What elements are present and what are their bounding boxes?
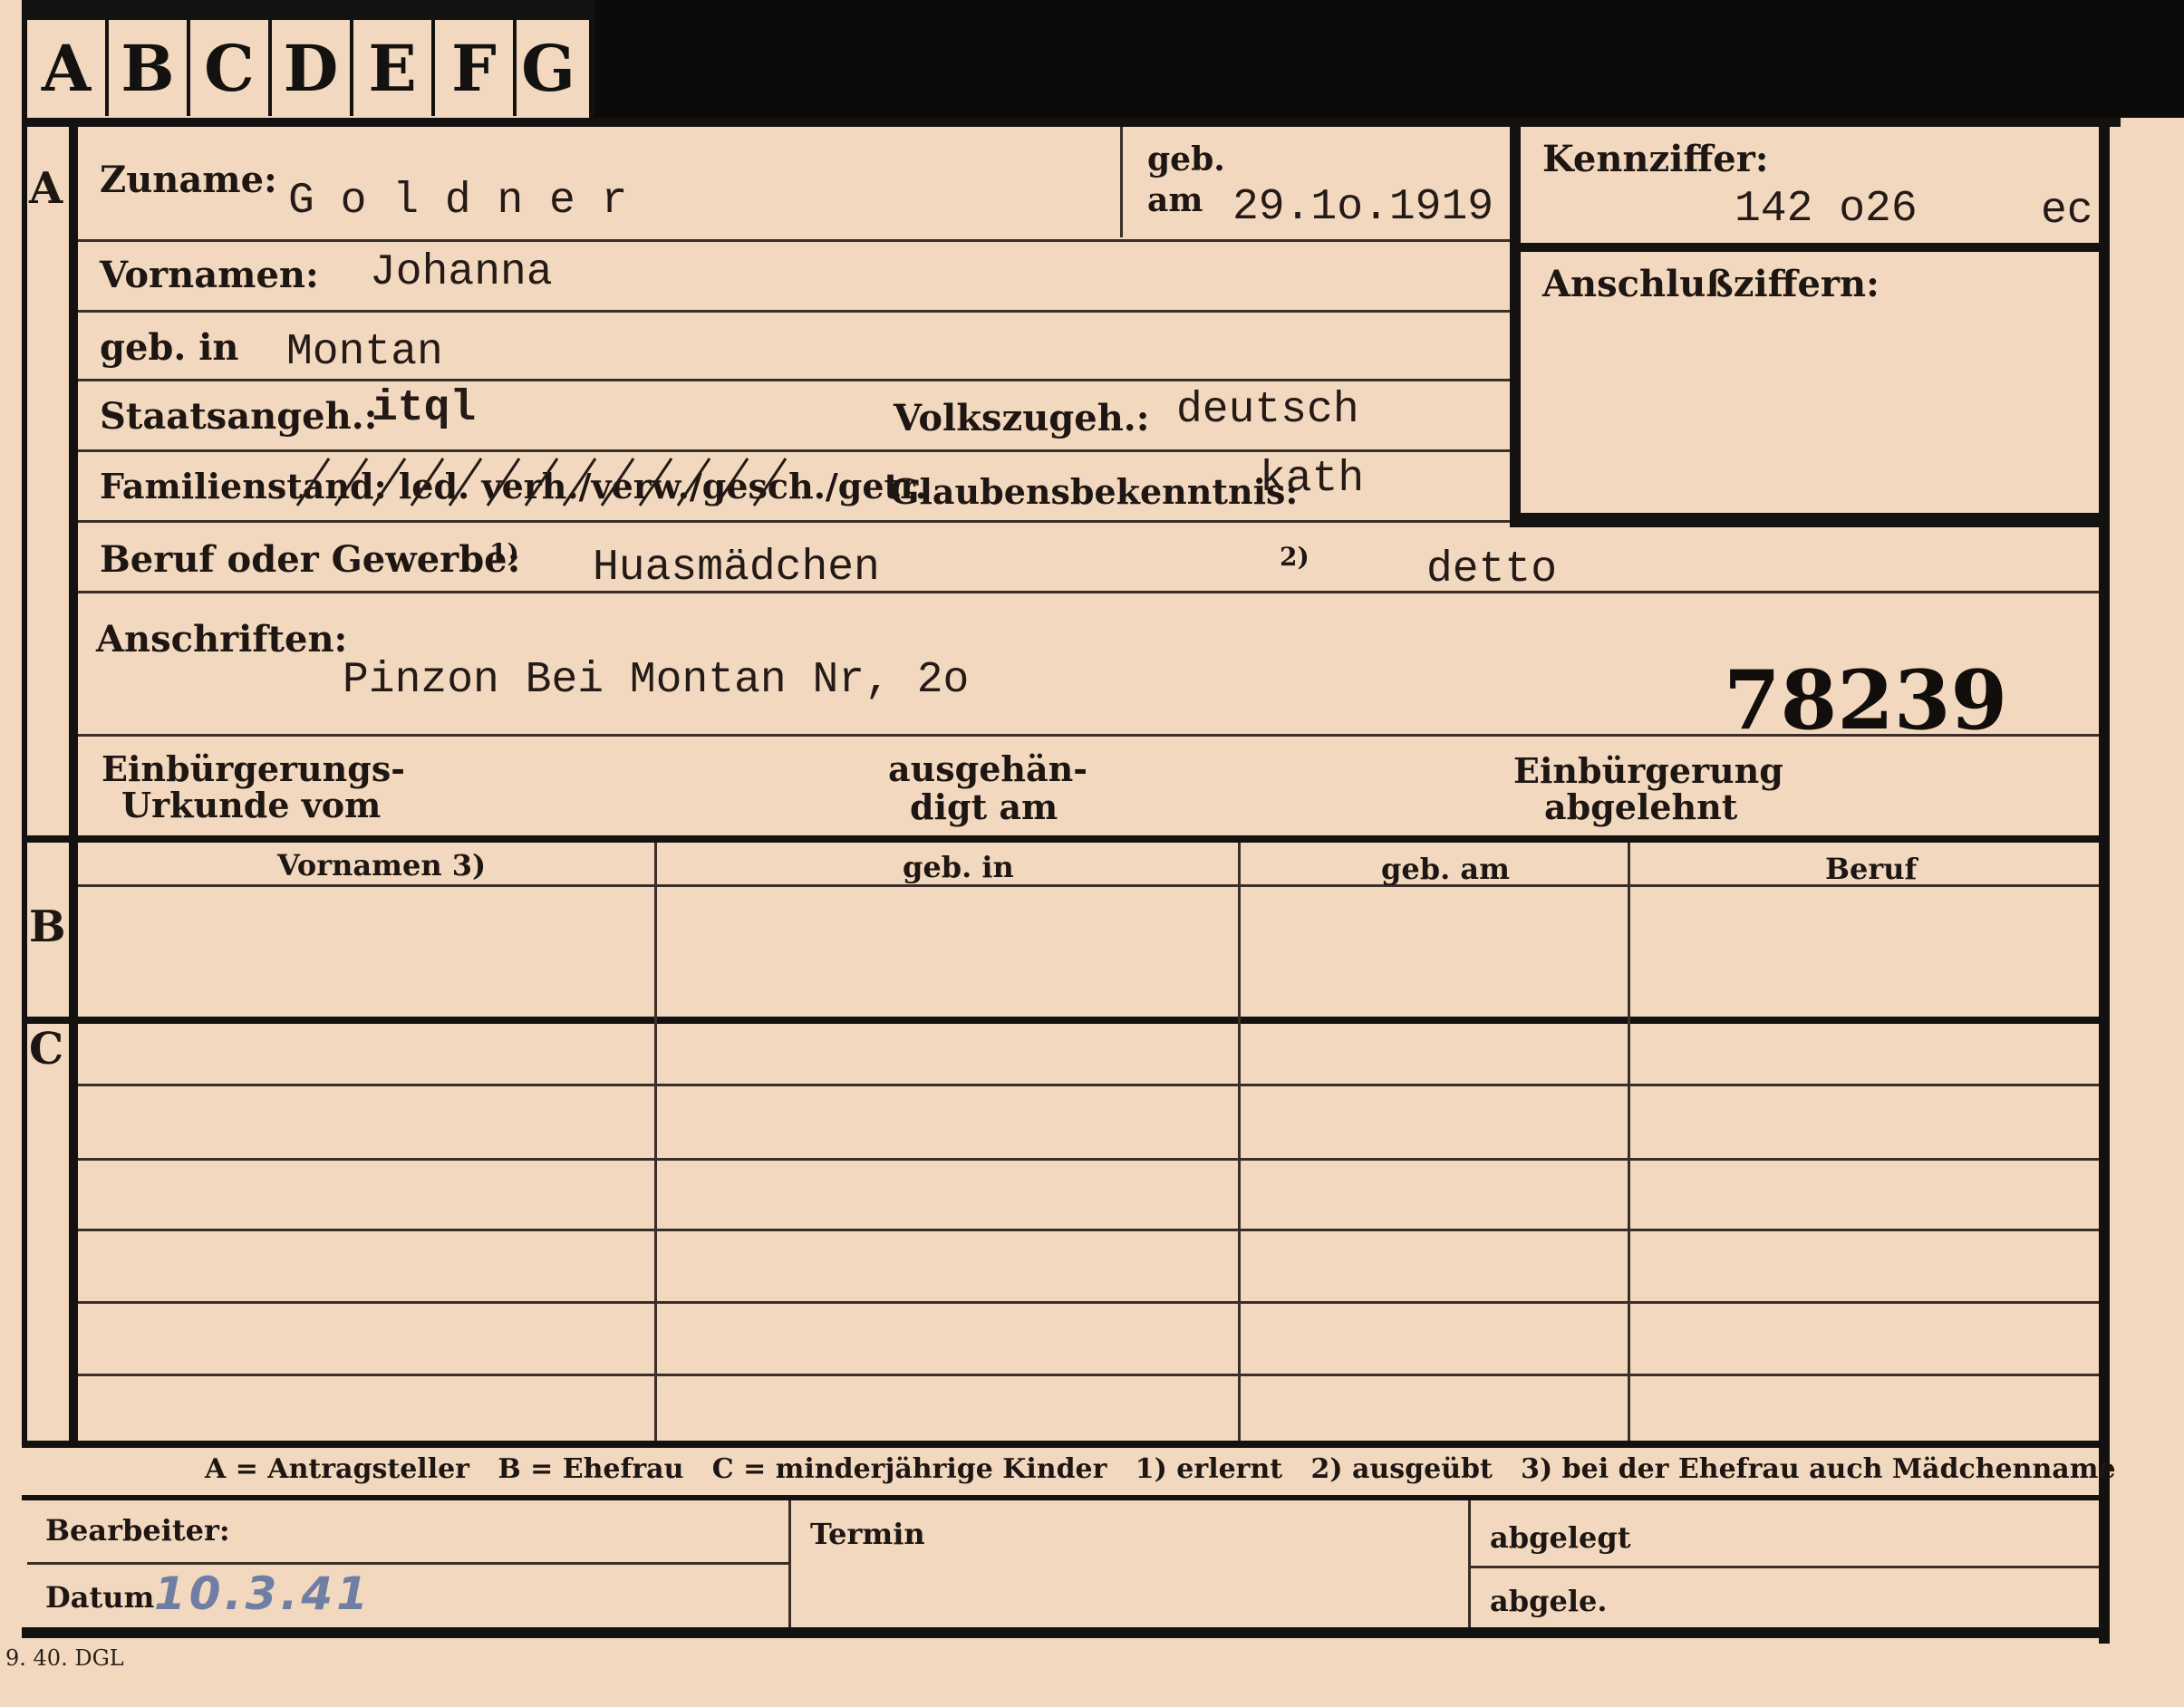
- children-row-line-5: [78, 1374, 2099, 1376]
- occupation-learned-value: Huasmädchen: [593, 544, 880, 593]
- tab-e[interactable]: E: [353, 20, 435, 116]
- ethnicity-label: Volkszugeh.:: [894, 397, 1150, 439]
- family-header-occupation: Beruf: [1825, 852, 1918, 886]
- footer-col-divider-1: [788, 1500, 791, 1627]
- family-header-birth-date: geb. am: [1381, 852, 1510, 886]
- section-label-c: C: [29, 1024, 64, 1075]
- print-code: 9. 40. DGL: [5, 1645, 124, 1671]
- card-left-border: [22, 118, 27, 1441]
- birthplace-value: Montan: [286, 328, 443, 377]
- address-value: Pinzon Bei Montan Nr, 2o: [343, 656, 970, 705]
- reference-box-divider: [1510, 243, 2099, 252]
- section-b-top-border: [22, 835, 2099, 843]
- birth-geb-label: geb.: [1147, 140, 1225, 178]
- children-row-line-1: [78, 1084, 2099, 1086]
- children-row-line-3: [78, 1229, 2099, 1231]
- legend-bottom-border: [22, 1495, 2099, 1500]
- reference-label: Kennziffer:: [1542, 138, 1769, 180]
- children-row-line-4: [78, 1301, 2099, 1304]
- section-label-a: A: [29, 163, 63, 214]
- citizenship-label: Staatsangeh.:: [100, 395, 378, 438]
- birth-am-label: am: [1147, 181, 1203, 219]
- tab-a[interactable]: A: [27, 20, 109, 116]
- ethnicity-value: deutsch: [1176, 386, 1359, 435]
- reference-suffix: ec: [2041, 187, 2093, 236]
- row-line-6: [78, 591, 2099, 593]
- footer-col-divider-2: [1468, 1500, 1471, 1627]
- occupation-mark-2: 2): [1280, 542, 1309, 572]
- top-black-background: [594, 0, 2184, 118]
- reference-box-left-border: [1510, 127, 1521, 527]
- addresses-label: Anschriften:: [96, 618, 348, 661]
- section-column-divider: [69, 118, 78, 1441]
- family-table-header-line: [78, 884, 2099, 887]
- naturalisation-denied-label-1: Einbürgerung: [1513, 750, 1783, 791]
- row-line-1: [78, 239, 1510, 242]
- section-c-top-border: [22, 1017, 2099, 1024]
- tab-g[interactable]: G: [509, 20, 587, 116]
- date-value-stamp: 10.3.41: [154, 1567, 372, 1620]
- footer-left-row-line: [27, 1562, 788, 1565]
- stamp-number: 78239: [1724, 652, 2008, 748]
- section-label-b: B: [29, 902, 66, 952]
- religion-value: kath: [1260, 455, 1365, 504]
- row-line-3: [78, 379, 1510, 381]
- surname-birth-divider: [1120, 127, 1123, 237]
- occupation-mark-1: 1): [489, 538, 519, 568]
- occupation-label: Beruf oder Gewerbe:: [100, 538, 521, 581]
- tab-f[interactable]: F: [435, 20, 517, 116]
- naturalisation-cert-label-2: Urkunde vom: [121, 785, 382, 825]
- date-label: Datum: [45, 1580, 155, 1615]
- naturalisation-cert-label-1: Einbürgerungs-: [101, 748, 406, 789]
- legend-text: A = Antragsteller B = Ehefrau C = minder…: [205, 1453, 2116, 1485]
- birthplace-label: geb. in: [100, 326, 239, 369]
- tab-d[interactable]: D: [272, 20, 353, 116]
- family-header-given-names: Vornamen 3): [277, 848, 487, 882]
- filed-label: abgelegt: [1490, 1520, 1631, 1555]
- given-names-label: Vornamen:: [100, 254, 319, 296]
- row-line-5: [78, 520, 1510, 523]
- marital-status-strikethrough: [295, 458, 788, 506]
- family-col-divider-3: [1628, 843, 1630, 1444]
- tab-b[interactable]: B: [109, 20, 190, 116]
- surname-value: G o l d n e r: [288, 177, 628, 226]
- naturalisation-denied-label-2: abgelehnt: [1544, 786, 1738, 827]
- reference-number: 142 o26: [1735, 185, 1918, 234]
- religion-label: Glaubensbekenntnis:: [890, 471, 1299, 512]
- legend-top-border: [22, 1441, 2099, 1448]
- card-top-border: [22, 118, 2121, 127]
- handed-over-label-1: ausgehän-: [888, 748, 1088, 789]
- connection-numbers-label: Anschlußziffern:: [1542, 263, 1880, 305]
- family-col-divider-2: [1238, 843, 1241, 1444]
- birth-date-value: 29.1o.1919: [1232, 183, 1494, 232]
- handed-over-label-2: digt am: [910, 786, 1058, 827]
- row-line-2: [78, 310, 1510, 313]
- footer-right-row-line: [1470, 1566, 2099, 1568]
- children-row-line-2: [78, 1158, 2099, 1161]
- filed-abbrev-label: abgele.: [1490, 1584, 1608, 1618]
- surname-label: Zuname:: [100, 159, 277, 201]
- card-bottom-border: [22, 1627, 2110, 1638]
- occupation-practised-value: detto: [1426, 545, 1558, 594]
- tab-c[interactable]: C: [190, 20, 272, 116]
- reference-box-bottom-border: [1510, 513, 2099, 527]
- tab-strip-top-border: [22, 0, 594, 20]
- family-header-birthplace: geb. in: [903, 850, 1014, 884]
- citizenship-value: itql: [372, 384, 477, 433]
- clerk-label: Bearbeiter:: [45, 1513, 230, 1548]
- card-right-border: [2099, 118, 2110, 1644]
- deadline-label: Termin: [810, 1517, 925, 1551]
- family-col-divider-1: [654, 843, 657, 1444]
- given-names-value: Johanna: [370, 248, 553, 297]
